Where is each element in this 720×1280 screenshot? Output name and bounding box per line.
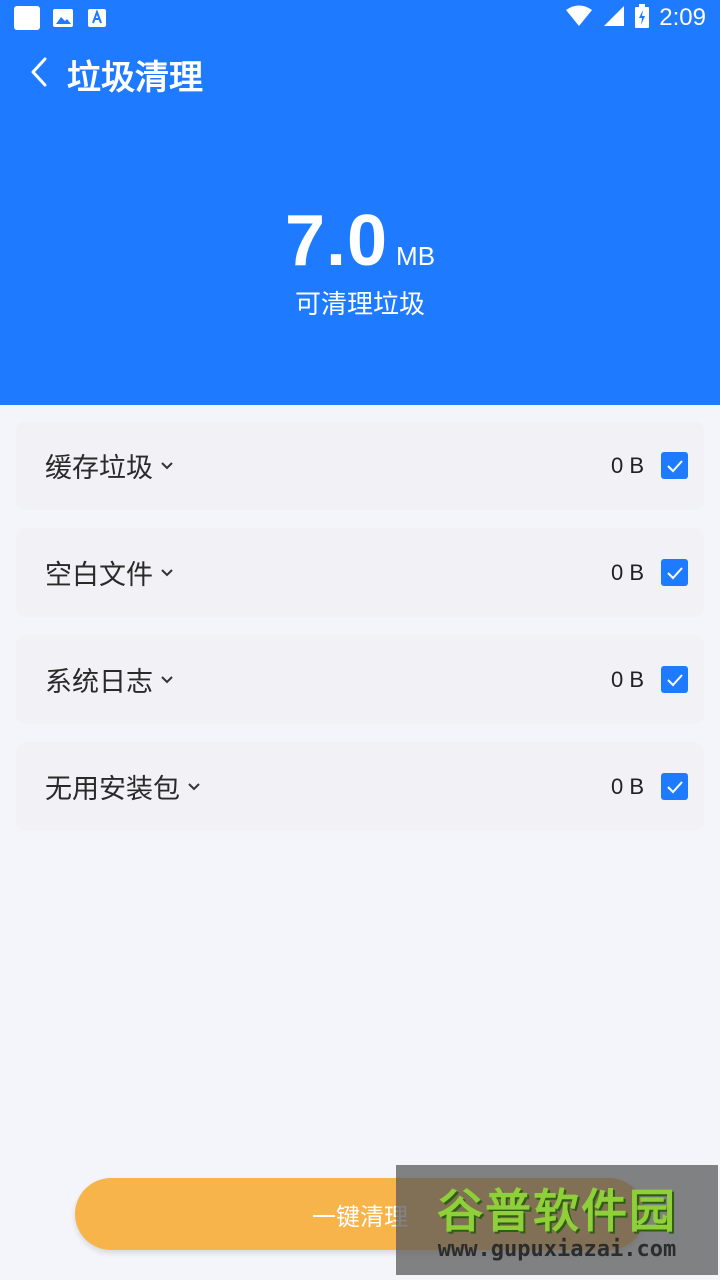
category-cache[interactable]: 缓存垃圾 0 B xyxy=(16,421,704,510)
chevron-down-icon xyxy=(186,779,202,795)
check-icon xyxy=(666,673,683,686)
category-checkbox[interactable] xyxy=(661,452,688,479)
watermark-url: www.gupuxiazai.com xyxy=(437,1237,677,1262)
category-checkbox[interactable] xyxy=(661,559,688,586)
category-label: 无用安装包 xyxy=(45,774,180,805)
header: 2:09 垃圾清理 7.0 MB 可清理垃圾 xyxy=(0,0,720,405)
watermark-logo: 谷普软件园 www.gupuxiazai.com xyxy=(396,1165,718,1275)
notification-icons xyxy=(14,6,108,30)
back-button[interactable] xyxy=(22,52,56,92)
app-notification-icon xyxy=(14,6,40,30)
watermark-brand: 谷普软件园 xyxy=(437,1184,677,1238)
chevron-down-icon xyxy=(159,458,175,474)
category-size: 0 B xyxy=(610,666,644,692)
signal-icon xyxy=(603,5,625,31)
category-expander[interactable]: 无用安装包 xyxy=(45,742,202,831)
chevron-left-icon xyxy=(31,57,47,87)
category-expander[interactable]: 缓存垃圾 xyxy=(45,421,175,510)
category-checkbox[interactable] xyxy=(661,666,688,693)
junk-category-list: 缓存垃圾 0 B 空白文件 0 B 系统日志 0 B 无用安装包 0 B xyxy=(16,421,704,849)
check-icon xyxy=(666,566,683,579)
junk-size-value: 7.0 xyxy=(284,201,389,281)
check-icon xyxy=(666,780,683,793)
chevron-down-icon xyxy=(159,565,175,581)
chevron-down-icon xyxy=(159,672,175,688)
category-label: 空白文件 xyxy=(45,560,153,591)
category-expander[interactable]: 系统日志 xyxy=(45,635,175,724)
clock-time: 2:09 xyxy=(659,4,706,31)
category-expander[interactable]: 空白文件 xyxy=(45,528,175,617)
category-empty-files[interactable]: 空白文件 0 B xyxy=(16,528,704,617)
category-size: 0 B xyxy=(610,452,644,478)
category-label: 系统日志 xyxy=(45,667,153,698)
top-bar: 垃圾清理 xyxy=(0,36,720,106)
image-notification-icon xyxy=(52,8,74,28)
page-title: 垃圾清理 xyxy=(67,58,203,98)
junk-size-unit: MB xyxy=(396,241,436,271)
junk-size-label: 可清理垃圾 xyxy=(294,290,425,320)
system-indicators: 2:09 xyxy=(565,4,706,32)
category-size: 0 B xyxy=(610,773,644,799)
category-size: 0 B xyxy=(610,559,644,585)
font-notification-icon xyxy=(86,8,108,28)
category-checkbox[interactable] xyxy=(661,773,688,800)
status-bar: 2:09 xyxy=(0,0,720,36)
category-label: 缓存垃圾 xyxy=(45,453,153,484)
battery-icon xyxy=(635,4,650,32)
check-icon xyxy=(666,459,683,472)
junk-size-display: 7.0 MB xyxy=(0,200,720,282)
wifi-icon xyxy=(565,5,593,31)
category-system-logs[interactable]: 系统日志 0 B xyxy=(16,635,704,724)
category-unused-packages[interactable]: 无用安装包 0 B xyxy=(16,742,704,831)
